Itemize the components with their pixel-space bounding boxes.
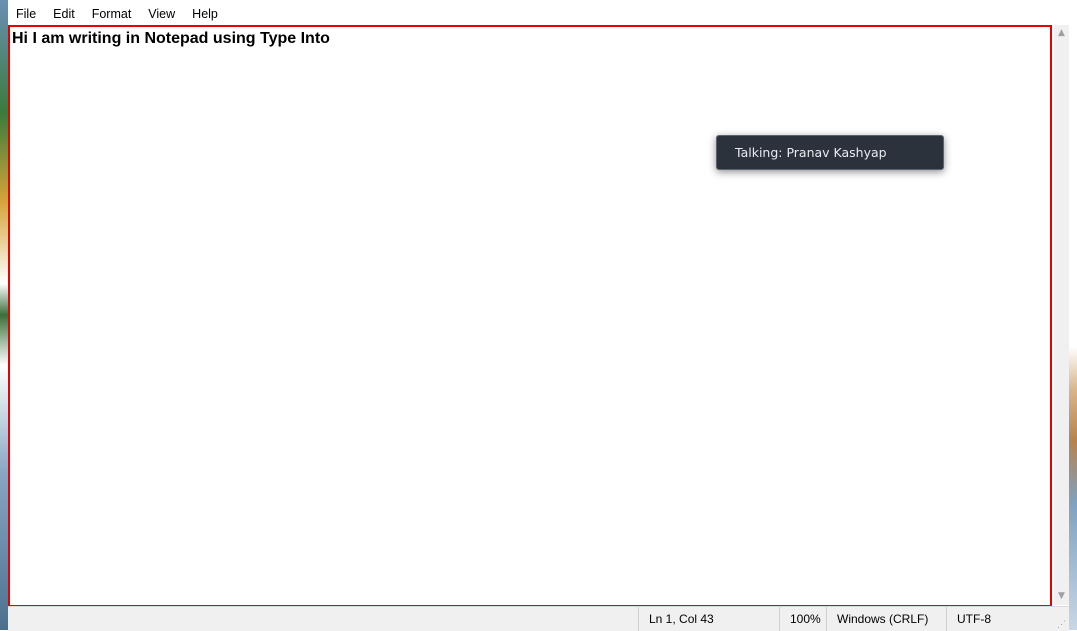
text-editor-area[interactable]: Hi I am writing in Notepad using Type In… xyxy=(8,25,1052,607)
resize-grip-icon[interactable]: ⋰ xyxy=(1057,619,1067,629)
menu-bar: File Edit Format View Help xyxy=(8,0,1069,25)
scroll-down-icon[interactable]: ▼ xyxy=(1056,591,1067,602)
scroll-up-icon[interactable]: ▲ xyxy=(1056,28,1067,39)
menu-format[interactable]: Format xyxy=(84,5,141,21)
tooltip-text: Talking: Pranav Kashyap xyxy=(735,145,887,160)
menu-file[interactable]: File xyxy=(8,5,45,21)
status-zoom: 100% xyxy=(779,607,826,631)
status-position: Ln 1, Col 43 xyxy=(638,607,779,631)
desktop-background-left xyxy=(0,0,8,630)
menu-view[interactable]: View xyxy=(140,5,184,21)
menu-edit[interactable]: Edit xyxy=(45,5,84,21)
menu-help[interactable]: Help xyxy=(184,5,227,21)
vertical-scrollbar[interactable]: ▲ ▼ xyxy=(1054,25,1069,605)
notepad-window: File Edit Format View Help Hi I am writi… xyxy=(8,0,1069,631)
talking-indicator-tooltip: Talking: Pranav Kashyap xyxy=(716,135,944,170)
editor-content[interactable]: Hi I am writing in Notepad using Type In… xyxy=(12,30,330,48)
status-encoding: UTF-8 xyxy=(946,607,1056,631)
status-bar: Ln 1, Col 43 100% Windows (CRLF) UTF-8 ⋰ xyxy=(8,606,1069,631)
status-line-ending: Windows (CRLF) xyxy=(826,607,946,631)
